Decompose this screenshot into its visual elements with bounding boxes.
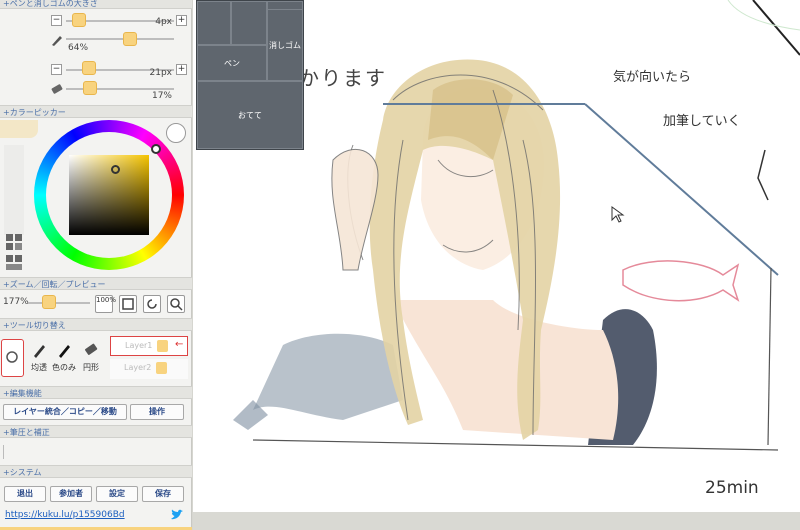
hand-tool-button[interactable]	[1, 339, 24, 377]
pen-opacity-value: 64%	[68, 43, 89, 53]
pen-size-plus-button[interactable]: +	[176, 15, 187, 26]
zoom-value: 177%	[3, 297, 29, 307]
pen-size-minus-button[interactable]: −	[51, 15, 62, 26]
fill-tool-button[interactable]	[52, 340, 76, 364]
pen-opacity-track[interactable]	[66, 38, 174, 40]
pen-tool-button[interactable]	[27, 340, 51, 364]
save-button[interactable]: 保存	[142, 486, 184, 502]
edit-header[interactable]: +編集機能	[0, 386, 192, 399]
pen-size-slider-knob[interactable]	[72, 13, 86, 27]
pen-size-value: 4px	[155, 17, 172, 27]
eraser-size-value: 21px	[149, 68, 173, 78]
color-picker-header[interactable]: +カラーピッカー	[0, 105, 192, 118]
layer-1-row[interactable]: Layer1 ←	[110, 336, 188, 356]
color-history[interactable]	[4, 145, 24, 235]
operations-button[interactable]: 操作	[130, 404, 184, 420]
palette-hand-label: おてて	[238, 111, 262, 120]
layer-2-row[interactable]: Layer2	[110, 359, 188, 379]
canvas-bottom-scrollbar[interactable]	[193, 512, 800, 530]
eraser-size-plus-button[interactable]: +	[176, 64, 187, 75]
tool-label-2: 色のみ	[52, 363, 76, 372]
layer-2-swatch	[156, 362, 167, 374]
palette-pen-label: ペン	[224, 59, 240, 68]
layer-2-name: Layer2	[124, 363, 152, 372]
palette-hand-button[interactable]: おてて	[197, 81, 303, 149]
eraser-opacity-value: 17%	[151, 91, 172, 101]
zoom-slider-knob[interactable]	[42, 295, 56, 309]
room-link[interactable]: https://kuku.lu/p155906Bd	[5, 510, 125, 520]
tool-label-1: 均透	[31, 363, 47, 372]
palette-pen-button[interactable]: ペン	[197, 45, 267, 81]
pen-opacity-slider-knob[interactable]	[123, 32, 137, 46]
eraser-size-minus-button[interactable]: −	[51, 64, 62, 75]
settings-button[interactable]: 設定	[96, 486, 138, 502]
layer-merge-button[interactable]: レイヤー統合／コピー／移動	[3, 404, 127, 420]
tool-panel: +ペンと消しゴムの大きさ − 4px + 64% − 21px + 17% +カ…	[0, 0, 192, 530]
pressure-header[interactable]: +筆圧と補正	[0, 425, 192, 438]
zoom-header[interactable]: +ズーム／回転／プレビュー	[0, 277, 192, 290]
tool-switch-header[interactable]: +ツール切り替え	[0, 318, 192, 331]
eraser-size-slider-knob[interactable]	[82, 61, 96, 75]
sv-cursor[interactable]	[111, 165, 120, 174]
palette-slot-1[interactable]	[197, 1, 231, 45]
zoom-track[interactable]	[28, 302, 90, 304]
layer-1-name: Layer1	[125, 341, 153, 350]
tool-label-3: 円形	[83, 363, 99, 372]
layer-1-swatch	[157, 340, 168, 352]
eraser-tool-button[interactable]	[79, 340, 103, 364]
fit-screen-icon[interactable]	[119, 295, 137, 313]
palette-eraser-label: 消しゴム	[269, 41, 301, 50]
zoom-reset-button[interactable]: 100%	[95, 295, 117, 313]
active-layer-arrow-icon: ←	[175, 339, 184, 350]
primary-color-swatch[interactable]	[0, 120, 38, 138]
pressure-control[interactable]	[3, 445, 186, 459]
canvas-note-right-2: 加筆していく	[663, 114, 741, 129]
participants-button[interactable]: 参加者	[50, 486, 92, 502]
eraser-opacity-slider-knob[interactable]	[83, 81, 97, 95]
pen-size-header[interactable]: +ペンと消しゴムの大きさ	[0, 0, 192, 9]
system-header[interactable]: +システム	[0, 465, 192, 478]
canvas-time-note: 25min	[705, 478, 759, 498]
canvas-note-right-1: 気が向いたら	[613, 70, 692, 85]
rotate-icon[interactable]	[143, 295, 161, 313]
eraser-icon	[50, 83, 64, 95]
exit-button[interactable]: 退出	[4, 486, 46, 502]
floating-tool-palette[interactable]: ペン 消しゴム おてて	[196, 0, 304, 150]
twitter-icon[interactable]	[170, 509, 184, 521]
zoom-reset-label: 100%	[96, 296, 117, 304]
saturation-value-square[interactable]	[69, 155, 149, 235]
magnify-icon[interactable]	[167, 295, 185, 313]
pen-icon	[50, 33, 64, 47]
palette-list-icon[interactable]	[5, 254, 23, 272]
palette-grid-icon[interactable]	[5, 233, 23, 251]
palette-eraser-button[interactable]: 消しゴム	[267, 9, 303, 81]
eyedropper-icon[interactable]	[166, 123, 186, 143]
palette-slot-2[interactable]	[231, 1, 267, 45]
hue-cursor[interactable]	[151, 144, 161, 154]
